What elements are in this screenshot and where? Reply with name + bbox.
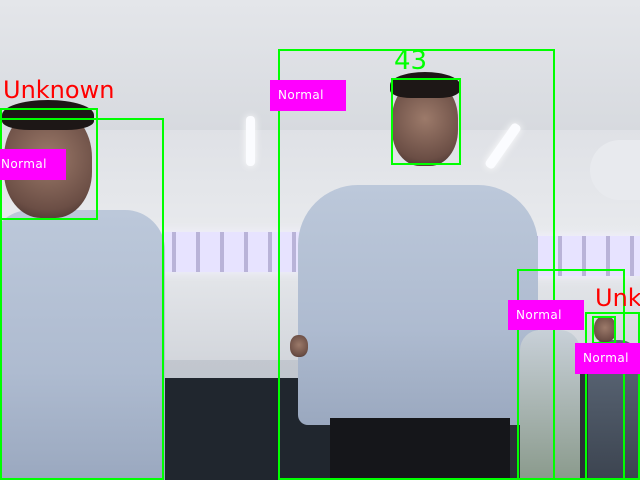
status-badge: Normal — [0, 149, 66, 180]
face-bounding-box — [592, 316, 616, 344]
track-id-label: 43 — [394, 46, 428, 76]
status-badge: Normal — [270, 80, 346, 111]
camera-frame: Unknown Normal 43 Normal Normal Unknown … — [0, 0, 640, 480]
face-bounding-box — [391, 78, 461, 165]
person-label-clip: Unknown — [595, 286, 640, 316]
status-badge: Normal — [575, 343, 640, 374]
status-badge-clip: Normal — [575, 343, 640, 374]
person-label: Unknown — [3, 76, 115, 104]
status-badge: Normal — [508, 300, 584, 330]
person-label: Unknown — [595, 286, 640, 312]
ceiling-light — [246, 116, 255, 166]
